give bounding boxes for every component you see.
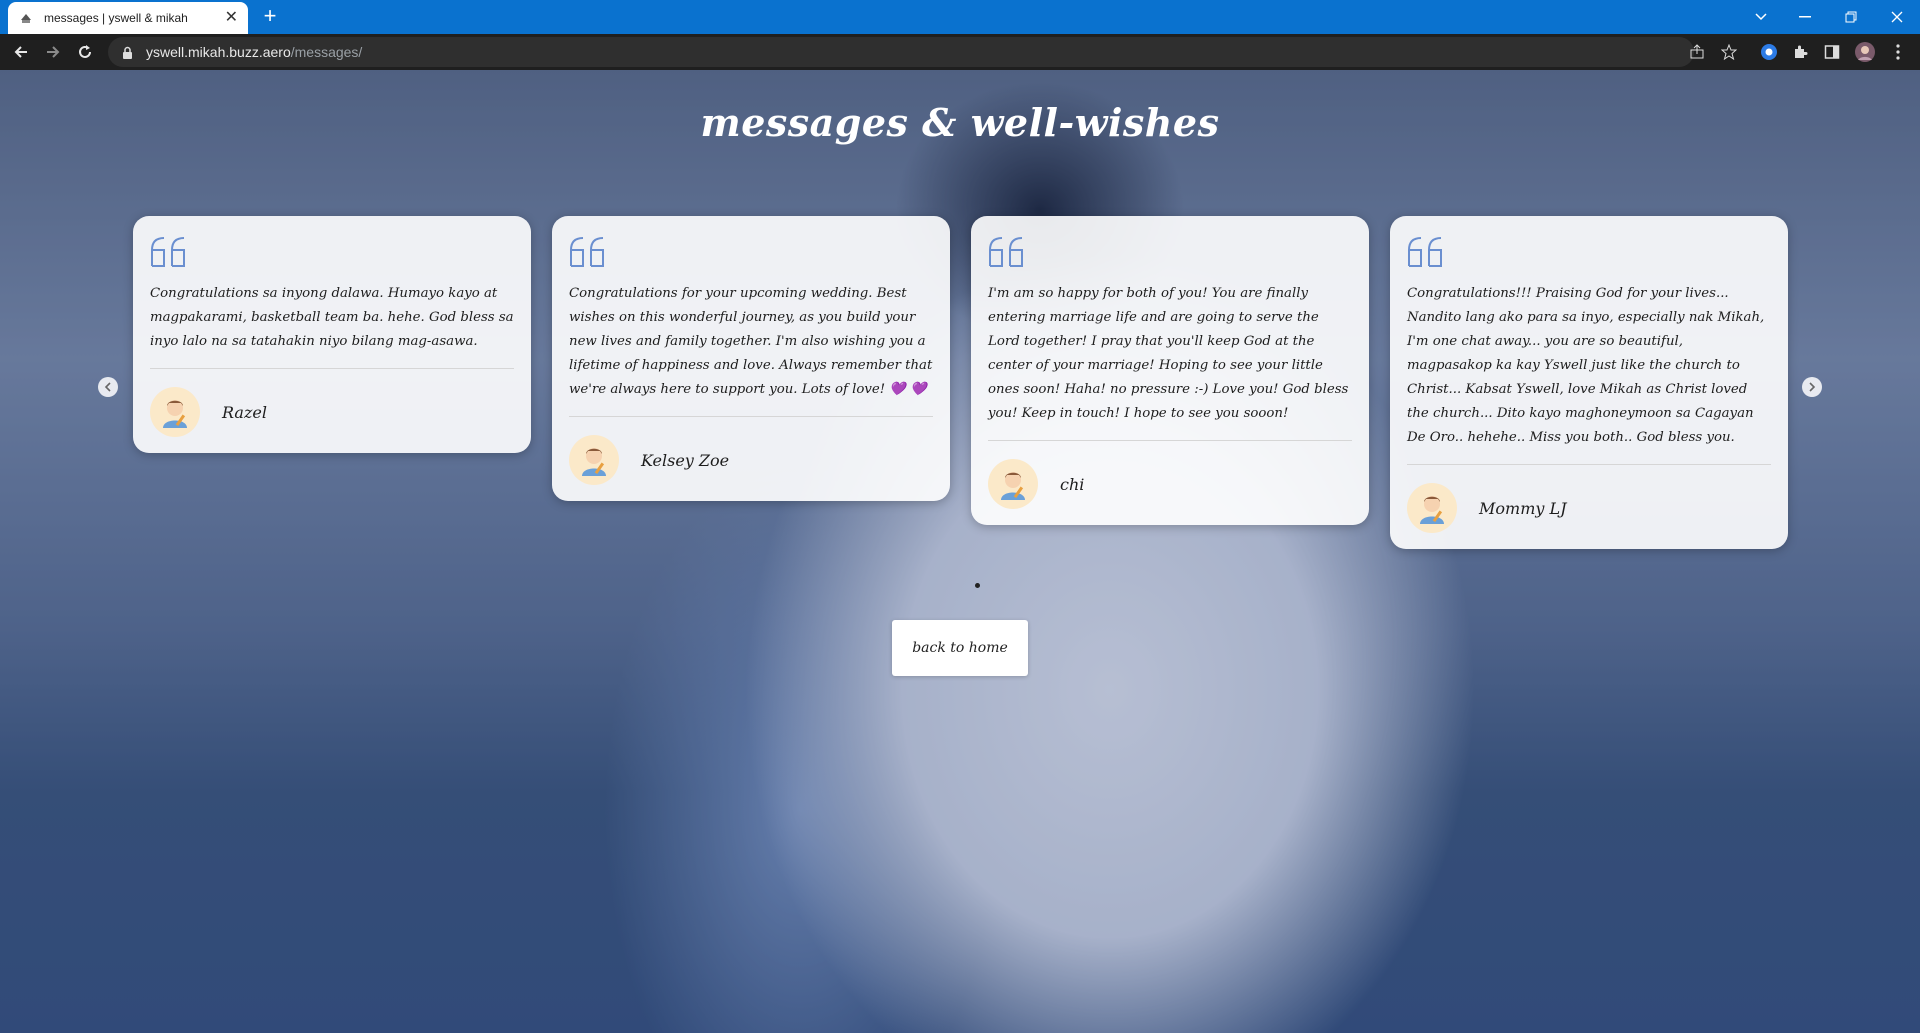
avatar-icon: [1407, 483, 1457, 533]
message-author: chi: [988, 459, 1352, 509]
author-name: chi: [1060, 474, 1085, 494]
divider: [150, 368, 514, 369]
message-text-body: Congratulations for your upcoming weddin…: [569, 286, 933, 397]
quote-icon: [1407, 236, 1771, 268]
restore-icon[interactable]: [1828, 0, 1874, 34]
page-background: messages & well-wishes Congratulations s…: [0, 70, 1920, 1033]
message-text: Congratulations!!! Praising God for your…: [1407, 286, 1765, 445]
close-icon[interactable]: ✕: [225, 10, 238, 26]
browser-tab-bar: messages | yswell & mikah ✕ +: [0, 0, 1920, 34]
message-author: Razel: [150, 387, 514, 437]
minimize-icon[interactable]: [1782, 0, 1828, 34]
profile-icon[interactable]: [1853, 40, 1877, 64]
carousel-indicator[interactable]: [975, 583, 980, 588]
message-text: Congratulations sa inyong dalawa. Humayo…: [150, 286, 514, 349]
page-title: messages & well-wishes: [700, 100, 1220, 145]
url-text: yswell.mikah.buzz.aero/messages/: [146, 44, 362, 60]
divider: [988, 440, 1352, 441]
address-bar[interactable]: yswell.mikah.buzz.aero/messages/: [108, 37, 1694, 67]
avatar-icon: [150, 387, 200, 437]
heart-emoji: 💜 💜: [889, 382, 927, 397]
tab-search-icon[interactable]: [1738, 0, 1784, 34]
message-author: Mommy LJ: [1407, 483, 1771, 533]
tab-title: messages | yswell & mikah: [44, 11, 188, 25]
reload-icon[interactable]: [73, 40, 97, 64]
background-overlay: [0, 70, 1920, 1033]
author-name: Razel: [222, 402, 267, 422]
star-icon[interactable]: [1717, 40, 1741, 64]
message-card: Congratulations sa inyong dalawa. Humayo…: [133, 216, 531, 453]
avatar-icon: [569, 435, 619, 485]
extension-icon[interactable]: [1757, 40, 1781, 64]
window-close-icon[interactable]: [1874, 0, 1920, 34]
author-name: Kelsey Zoe: [641, 450, 730, 470]
message-text: I'm am so happy for both of you! You are…: [988, 286, 1349, 421]
message-card: Congratulations for your upcoming weddin…: [552, 216, 950, 501]
divider: [1407, 464, 1771, 465]
author-name: Mommy LJ: [1479, 498, 1567, 518]
sidebar-icon[interactable]: [1820, 40, 1844, 64]
message-card: Congratulations!!! Praising God for your…: [1390, 216, 1788, 549]
browser-tab[interactable]: messages | yswell & mikah ✕: [8, 2, 248, 34]
url-path: /messages/: [290, 44, 363, 60]
back-arrow-icon[interactable]: [9, 40, 33, 64]
chevron-right-icon[interactable]: [1802, 377, 1822, 397]
quote-icon: [569, 236, 933, 268]
chevron-left-icon[interactable]: [98, 377, 118, 397]
favicon-icon: [18, 10, 34, 26]
puzzle-icon[interactable]: [1788, 40, 1812, 64]
message-card: I'm am so happy for both of you! You are…: [971, 216, 1369, 525]
menu-icon[interactable]: [1886, 40, 1910, 64]
browser-toolbar: yswell.mikah.buzz.aero/messages/: [0, 34, 1920, 70]
share-icon[interactable]: [1685, 40, 1709, 64]
forward-arrow-icon[interactable]: [41, 40, 65, 64]
message-author: Kelsey Zoe: [569, 435, 933, 485]
back-to-home-button[interactable]: back to home: [892, 620, 1028, 676]
message-text: Congratulations for your upcoming weddin…: [569, 282, 933, 402]
url-host: yswell.mikah.buzz.aero: [146, 44, 291, 60]
quote-icon: [988, 236, 1352, 268]
lock-icon[interactable]: [122, 45, 136, 59]
avatar-icon: [988, 459, 1038, 509]
divider: [569, 416, 933, 417]
plus-icon[interactable]: +: [258, 5, 282, 29]
quote-icon: [150, 236, 514, 268]
